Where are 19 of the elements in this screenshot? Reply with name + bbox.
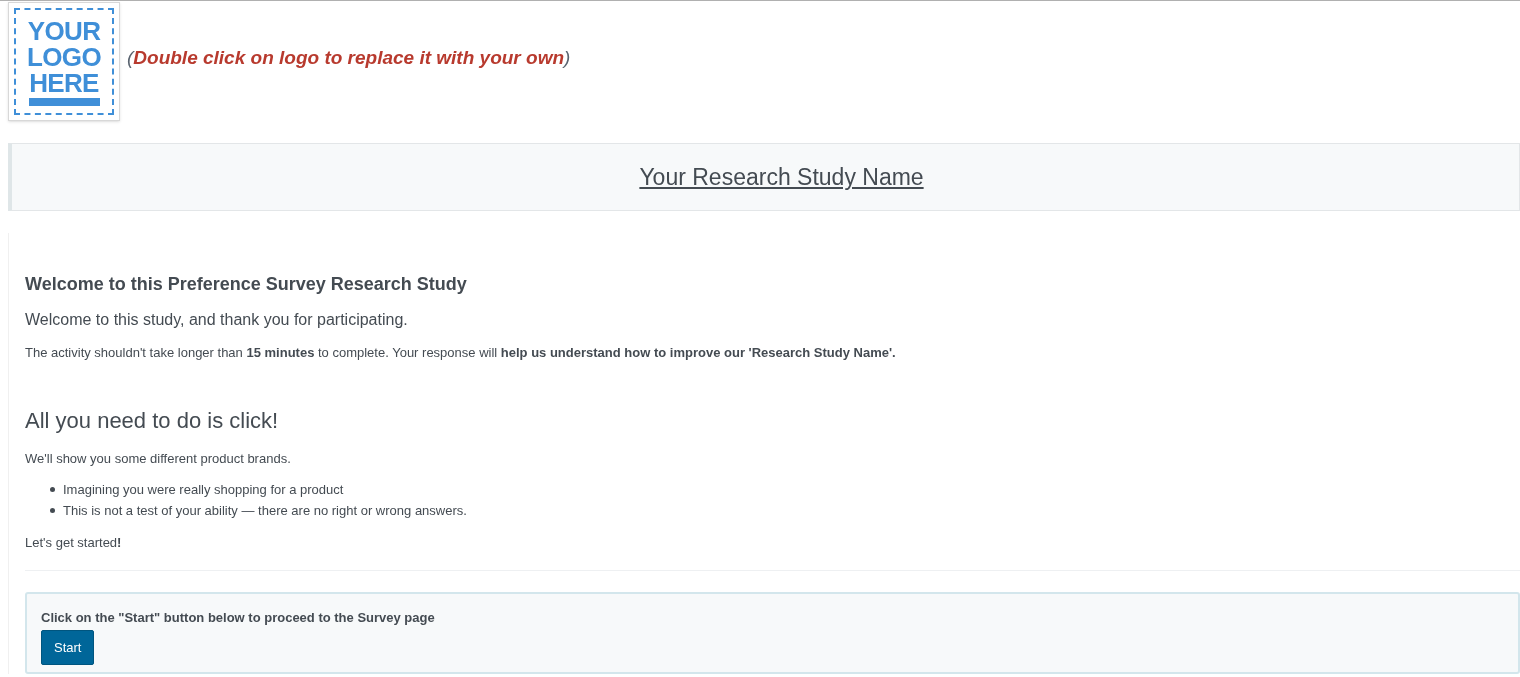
start-button[interactable]: Start [41, 630, 95, 665]
start-instruction: Click on the "Start" button below to proceed to the Survey page [41, 608, 436, 627]
welcome-lead: Welcome to this study, and thank you for participating. [25, 310, 409, 330]
study-title: Your Research Study Name [639, 162, 924, 192]
logo-underline [28, 97, 100, 106]
welcome-heading: Welcome to this Preference Survey Research Study [25, 273, 468, 296]
logo-text: YOUR [27, 17, 101, 44]
logo-hint: (Double click on logo to replace it with your own) [127, 46, 571, 71]
welcome-text: The activity shouldn't take longer than 15 minutes to complete. Your response will help us understand how to improve our 'Research Study Name'. [25, 344, 897, 362]
instructions-intro: We'll show you some different product brands. [25, 449, 292, 468]
closing-text: Let's get started! [25, 534, 123, 552]
logo-placeholder[interactable]: YOUR LOGO HERE [8, 2, 120, 121]
logo-text: LOGO [27, 43, 101, 70]
instructions-heading: All you need to do is click! [25, 406, 280, 435]
bullet-text: This is not a test of your ability — there are no right or wrong answers. [63, 502, 467, 520]
bullet-icon [50, 508, 55, 513]
bullet-text: Imagining you were really shopping for a product [63, 481, 344, 499]
logo-text: HERE [29, 69, 99, 96]
bullet-icon [50, 487, 55, 492]
